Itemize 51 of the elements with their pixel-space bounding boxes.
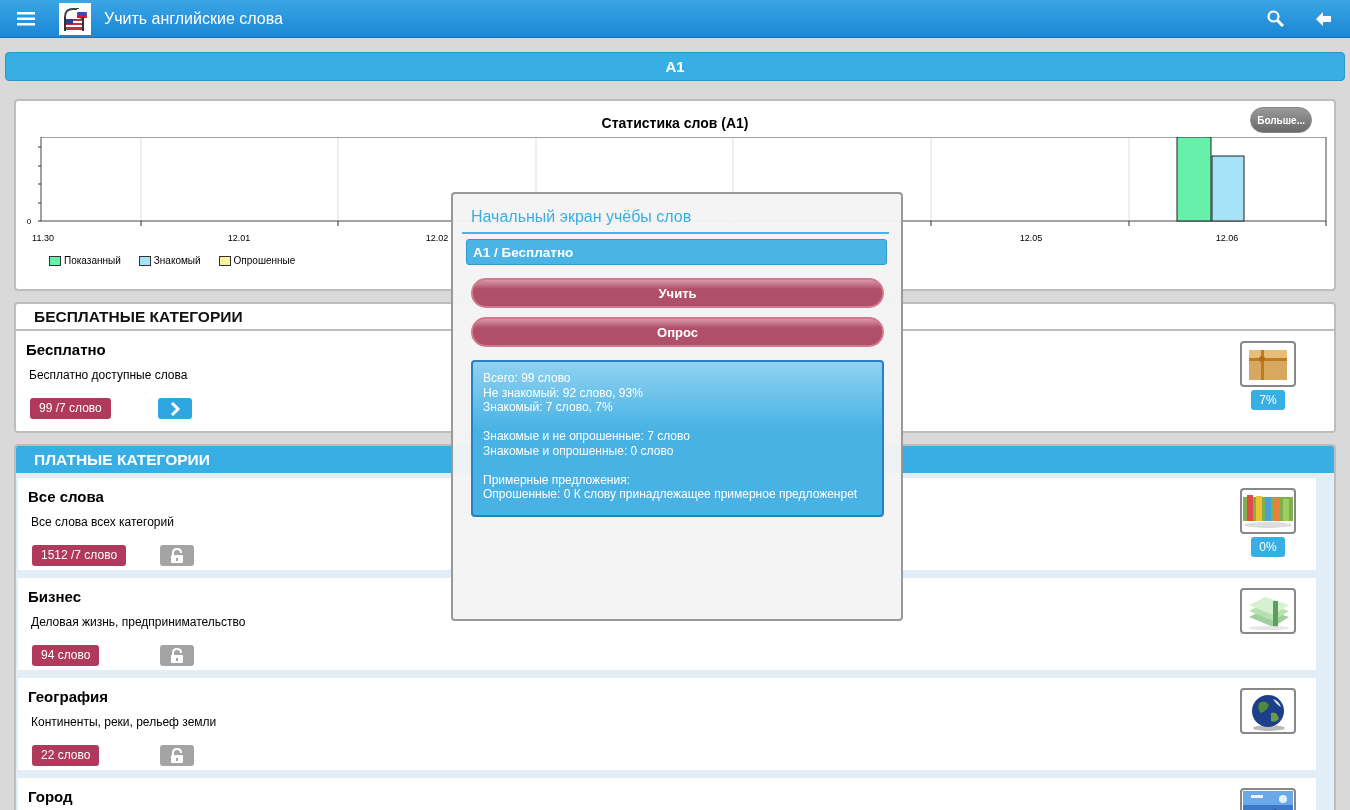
dialog-subtitle: A1 / Бесплатно <box>466 239 887 265</box>
stat-line: Всего: 99 слово <box>483 371 572 386</box>
locked-button[interactable] <box>160 745 194 766</box>
category-description: Континенты, реки, рельеф земли <box>31 715 217 729</box>
axis-label: 12.05 <box>1019 233 1043 243</box>
search-icon[interactable] <box>1267 10 1284 27</box>
action-button[interactable]: Учить <box>471 278 884 308</box>
axis-label: 0 <box>26 217 32 226</box>
menu-icon[interactable] <box>17 11 35 26</box>
word-count-badge: 1512 /7 слово <box>32 545 127 566</box>
word-count-badge: 22 слово <box>32 745 100 766</box>
category-name: Бесплатно <box>26 341 106 358</box>
chart-title: Статистика слов (A1) <box>601 115 749 131</box>
padlock-icon <box>170 547 184 564</box>
legend-label: Опрошенные <box>233 255 296 266</box>
more-button[interactable]: Больше... <box>1250 107 1312 133</box>
word-count-badge: 99 /7 слово <box>30 398 111 419</box>
category-name: Все слова <box>28 488 104 505</box>
stat-line: Знакомый: 7 слово, 7% <box>483 400 614 415</box>
locked-button[interactable] <box>160 545 194 566</box>
legend-label: Показанный <box>64 255 121 266</box>
level-header: A1 <box>5 52 1345 81</box>
stat-line: Примерные предложения: <box>483 472 631 487</box>
app-title: Учить английские слова <box>104 9 283 28</box>
category-name: География <box>28 688 109 705</box>
axis-label: 12.01 <box>227 233 251 243</box>
stat-line: Не знакомый: 92 слово, 93% <box>483 385 644 400</box>
padlock-icon <box>170 647 184 664</box>
axis-label: 12.06 <box>1215 233 1239 243</box>
category-name: Город <box>28 788 73 805</box>
legend-label: Знакомый <box>153 255 201 266</box>
back-arrow-icon[interactable] <box>1315 10 1332 27</box>
axis-label: 12.02 <box>425 233 449 243</box>
app-logo-icon <box>59 2 91 35</box>
word-count-badge: 94 слово <box>32 645 100 666</box>
dialog-title: Начальный экран учёбы слов <box>471 208 692 225</box>
chevron-right-icon <box>169 401 181 416</box>
category-description: Бесплатно доступные слова <box>29 368 188 382</box>
axis-label: 11.30 <box>32 233 54 243</box>
category-name: Бизнес <box>28 588 81 605</box>
stat-line: Знакомые и опрошенные: 0 слово <box>483 443 675 458</box>
progress-badge: 7% <box>1251 390 1285 410</box>
open-button[interactable] <box>158 398 192 419</box>
stat-line: Знакомые и не опрошенные: 7 слово <box>483 429 691 444</box>
locked-button[interactable] <box>160 645 194 666</box>
category-description: Деловая жизнь, предпринимательство <box>31 615 246 629</box>
padlock-icon <box>170 747 184 764</box>
category-description: Все слова всех категорий <box>31 515 174 529</box>
chart-bar <box>1211 155 1245 222</box>
progress-badge: 0% <box>1251 537 1285 557</box>
stat-line: Опрошенные: 0 К слову принадлежащее примерное предложенрet <box>483 487 859 502</box>
